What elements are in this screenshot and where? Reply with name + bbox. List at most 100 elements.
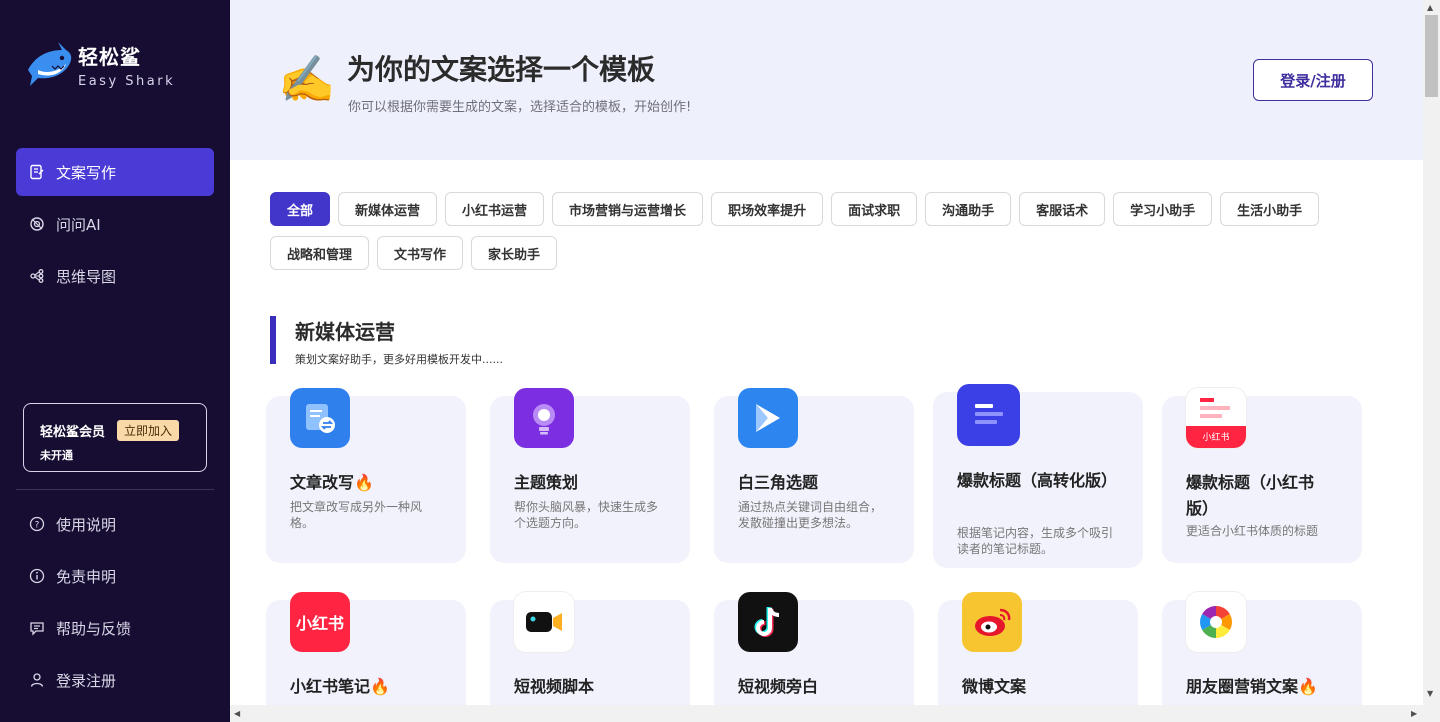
card-title: 朋友圈营销文案🔥 bbox=[1186, 677, 1318, 696]
page-title: 为你的文案选择一个模板 bbox=[347, 53, 656, 86]
tag-study-helper[interactable]: 学习小助手 bbox=[1113, 192, 1213, 226]
membership-status: 未开通 bbox=[40, 449, 73, 462]
page-header: ✍️ 为你的文案选择一个模板 你可以根据你需要生成的文案，选择适合的模板，开始创… bbox=[230, 0, 1423, 160]
sidebar-divider bbox=[16, 489, 214, 490]
svg-text:?: ? bbox=[35, 521, 40, 531]
card-title: 短视频旁白 bbox=[738, 677, 819, 696]
xhs-headline-icon: 小红书 bbox=[1186, 388, 1246, 448]
tag-customer-service[interactable]: 客服话术 bbox=[1019, 192, 1106, 226]
membership-card[interactable]: 轻松鲨会员 立即加入 未开通 bbox=[23, 403, 207, 472]
template-card-article-rewrite[interactable]: 文章改写🔥 把文章改写成另外一种风格。 bbox=[266, 388, 466, 563]
shark-logo-icon bbox=[28, 42, 72, 86]
brand-name-en: Easy Shark bbox=[78, 74, 176, 89]
template-card-weibo[interactable]: 微博文案 bbox=[938, 592, 1138, 722]
vertical-scrollbar[interactable]: ▲ ▼ bbox=[1423, 0, 1440, 722]
card-description: 把文章改写成另外一种风格。 bbox=[290, 500, 423, 530]
template-card-short-video-script[interactable]: 短视频脚本 bbox=[490, 592, 690, 722]
tag-marketing-growth[interactable]: 市场营销与运营增长 bbox=[552, 192, 704, 226]
category-tags: 全部 新媒体运营 小红书运营 市场营销与运营增长 职场效率提升 面试求职 沟通助… bbox=[270, 192, 1380, 270]
template-card-xhs-headline[interactable]: 小红书 爆款标题（小红书版） 更适合小红书体质的标题 bbox=[1162, 388, 1362, 563]
scroll-left-arrow-icon[interactable]: ◀ bbox=[234, 709, 240, 718]
tag-document-writing[interactable]: 文书写作 bbox=[377, 236, 464, 270]
sidebar: 轻松鲨 Easy Shark 文案写作 问问AI 思维导图 轻松鲨会员 立即加入 bbox=[0, 0, 230, 722]
scroll-right-arrow-icon[interactable]: ▶ bbox=[1411, 709, 1417, 718]
template-card-xhs-note[interactable]: 小红书 小红书笔记🔥 bbox=[266, 592, 466, 722]
triangle-icon bbox=[738, 388, 798, 448]
nav-label: 问问AI bbox=[56, 215, 101, 234]
card-title: 爆款标题（高转化版） bbox=[957, 471, 1118, 490]
nav-label: 使用说明 bbox=[56, 515, 117, 534]
nav-item-disclaimer[interactable]: 免责申明 bbox=[16, 552, 214, 600]
membership-title: 轻松鲨会员 bbox=[40, 425, 106, 440]
xiaohongshu-icon-text: 小红书 bbox=[295, 614, 344, 633]
rewrite-icon bbox=[290, 388, 350, 448]
card-title: 爆款标题（小红书版） bbox=[1186, 473, 1315, 518]
info-icon bbox=[28, 567, 46, 585]
nav-label: 登录注册 bbox=[56, 671, 117, 690]
card-description: 更适合小红书体质的标题 bbox=[1186, 524, 1319, 538]
page-subtitle: 你可以根据你需要生成的文案，选择适合的模板，开始创作! bbox=[348, 100, 692, 115]
card-title: 文章改写🔥 bbox=[290, 473, 374, 492]
tag-workplace-efficiency[interactable]: 职场效率提升 bbox=[711, 192, 824, 226]
moments-icon bbox=[1186, 592, 1246, 652]
vertical-scroll-thumb[interactable] bbox=[1425, 15, 1438, 97]
tag-parent-helper[interactable]: 家长助手 bbox=[471, 236, 558, 270]
brand-name: 轻松鲨 bbox=[78, 45, 141, 69]
nav-item-copywriting[interactable]: 文案写作 bbox=[16, 148, 214, 196]
tag-all[interactable]: 全部 bbox=[270, 192, 331, 226]
tiktok-icon bbox=[738, 592, 798, 652]
headline-icon bbox=[957, 384, 1020, 446]
card-title: 短视频脚本 bbox=[514, 677, 595, 696]
card-description: 通过热点关键词自由组合，发散碰撞出更多想法。 bbox=[738, 500, 883, 530]
help-icon: ? bbox=[28, 515, 46, 533]
template-card-moments[interactable]: 朋友圈营销文案🔥 bbox=[1162, 592, 1362, 722]
lightbulb-icon bbox=[514, 388, 574, 448]
tag-new-media[interactable]: 新媒体运营 bbox=[338, 192, 438, 226]
horizontal-scrollbar[interactable]: ◀ ▶ bbox=[230, 705, 1423, 722]
svg-text:小红书: 小红书 bbox=[1202, 431, 1229, 443]
writing-hand-icon: ✍️ bbox=[278, 52, 336, 106]
nav-item-ask-ai[interactable]: 问问AI bbox=[16, 200, 214, 248]
nav-item-mindmap[interactable]: 思维导图 bbox=[16, 252, 214, 300]
card-title: 白三角选题 bbox=[738, 473, 819, 492]
weibo-icon bbox=[962, 592, 1022, 652]
tag-life-helper[interactable]: 生活小助手 bbox=[1220, 192, 1320, 226]
card-title: 微博文案 bbox=[962, 677, 1027, 696]
section-header: 新媒体运营 策划文案好助手，更多好用模板开发中...... bbox=[270, 316, 503, 366]
nav-label: 思维导图 bbox=[56, 267, 117, 286]
tag-xiaohongshu[interactable]: 小红书运营 bbox=[445, 192, 545, 226]
login-register-button[interactable]: 登录/注册 bbox=[1253, 59, 1373, 101]
feedback-icon bbox=[28, 619, 46, 637]
card-description: 帮你头脑风暴，快速生成多个选题方向。 bbox=[514, 500, 659, 530]
template-card-white-triangle[interactable]: 白三角选题 通过热点关键词自由组合，发散碰撞出更多想法。 bbox=[714, 388, 914, 563]
document-icon bbox=[28, 163, 46, 181]
nav-label: 免责申明 bbox=[56, 567, 117, 586]
nav-item-login[interactable]: 登录注册 bbox=[16, 656, 214, 704]
tag-strategy-management[interactable]: 战略和管理 bbox=[270, 236, 370, 270]
join-membership-button[interactable]: 立即加入 bbox=[117, 420, 180, 441]
section-title: 新媒体运营 bbox=[295, 320, 395, 344]
main-nav: 文案写作 问问AI 思维导图 bbox=[16, 148, 214, 304]
xiaohongshu-icon: 小红书 bbox=[290, 592, 350, 652]
template-card-short-video-voiceover[interactable]: 短视频旁白 bbox=[714, 592, 914, 722]
main-content: ✍️ 为你的文案选择一个模板 你可以根据你需要生成的文案，选择适合的模板，开始创… bbox=[230, 0, 1423, 722]
template-card-topic-planning[interactable]: 主题策划 帮你头脑风暴，快速生成多个选题方向。 bbox=[490, 388, 690, 563]
tag-job-interview[interactable]: 面试求职 bbox=[831, 192, 918, 226]
nav-label: 帮助与反馈 bbox=[56, 619, 132, 638]
user-icon bbox=[28, 671, 46, 689]
nav-item-usage-guide[interactable]: ? 使用说明 bbox=[16, 500, 214, 548]
card-title: 小红书笔记🔥 bbox=[290, 677, 390, 696]
template-card-viral-headline[interactable]: 爆款标题（高转化版） 根据笔记内容，生成多个吸引读者的笔记标题。 bbox=[933, 384, 1143, 568]
nav-item-feedback[interactable]: 帮助与反馈 bbox=[16, 604, 214, 652]
ai-chat-icon bbox=[28, 215, 46, 233]
video-camera-icon bbox=[514, 592, 574, 652]
scroll-down-arrow-icon[interactable]: ▼ bbox=[1427, 689, 1433, 698]
brand[interactable]: 轻松鲨 Easy Shark bbox=[24, 40, 175, 90]
bottom-nav: ? 使用说明 免责申明 帮助与反馈 登录注册 bbox=[16, 500, 214, 708]
card-title: 主题策划 bbox=[514, 473, 579, 492]
mindmap-icon bbox=[28, 267, 46, 285]
scroll-up-arrow-icon[interactable]: ▲ bbox=[1427, 3, 1433, 12]
section-subtitle: 策划文案好助手，更多好用模板开发中...... bbox=[295, 353, 503, 366]
card-description: 根据笔记内容，生成多个吸引读者的笔记标题。 bbox=[957, 526, 1114, 556]
tag-communication[interactable]: 沟通助手 bbox=[925, 192, 1012, 226]
